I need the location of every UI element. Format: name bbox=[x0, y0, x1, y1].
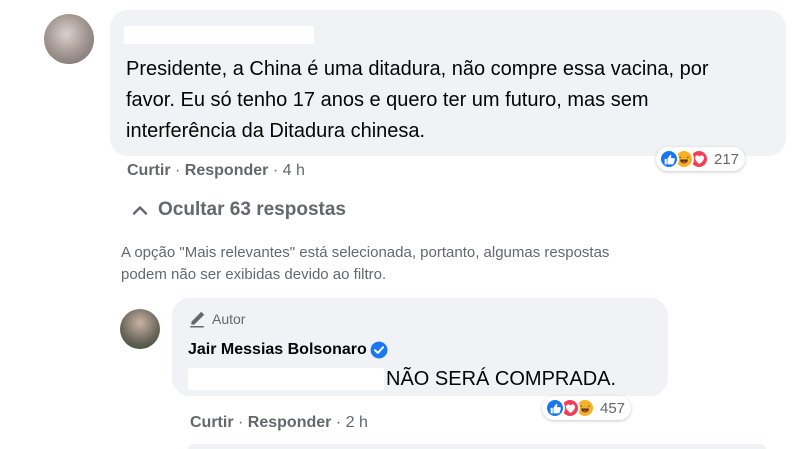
hide-replies-label: Ocultar 63 respostas bbox=[158, 199, 346, 220]
redacted-commenter-name bbox=[124, 26, 314, 44]
separator: · bbox=[175, 162, 181, 179]
separator: · bbox=[272, 162, 279, 179]
like-icon bbox=[545, 398, 565, 418]
filter-notice-line: podem não ser exibidas devido ao filtro. bbox=[121, 266, 387, 283]
redacted-mention bbox=[188, 368, 384, 390]
author-badge-label: Autor bbox=[212, 311, 246, 327]
reply-author-name[interactable]: Jair Messias Bolsonaro bbox=[188, 341, 367, 359]
verified-badge-icon bbox=[370, 341, 388, 359]
reply-reaction-count: 457 bbox=[600, 399, 626, 417]
comment-reply-link[interactable]: Responder bbox=[185, 162, 269, 179]
separator: · bbox=[238, 414, 244, 431]
next-reply-bubble bbox=[188, 444, 766, 449]
comment-reactions[interactable]: 217 bbox=[656, 147, 746, 171]
comment-timestamp[interactable]: 4 h bbox=[283, 162, 305, 179]
reply-author-avatar[interactable] bbox=[120, 309, 160, 349]
comment-bubble: Presidente, a China é uma ditadura, não … bbox=[110, 10, 786, 156]
separator: · bbox=[335, 414, 342, 431]
commenter-avatar[interactable] bbox=[44, 14, 94, 64]
filter-notice: A opção "Mais relevantes" está seleciona… bbox=[121, 242, 609, 286]
comment-like-link[interactable]: Curtir bbox=[127, 162, 171, 179]
reply-actions: Curtir · Responder · 2 h bbox=[190, 412, 368, 434]
filter-notice-line: A opção "Mais relevantes" está seleciona… bbox=[121, 244, 610, 261]
reply-like-link[interactable]: Curtir bbox=[190, 414, 234, 431]
reply-text: NÃO SERÁ COMPRADA. bbox=[386, 368, 617, 390]
reply-bubble: Autor Jair Messias Bolsonaro NÃO SERÁ CO… bbox=[172, 298, 668, 396]
comment-text: Presidente, a China é uma ditadura, não … bbox=[126, 58, 709, 142]
chevron-up-icon bbox=[132, 204, 148, 216]
reply-reactions[interactable]: 457 bbox=[542, 396, 632, 420]
reply-reply-link[interactable]: Responder bbox=[248, 414, 332, 431]
hide-replies-toggle[interactable]: Ocultar 63 respostas bbox=[132, 199, 346, 221]
comment-actions: Curtir · Responder · 4 h bbox=[127, 160, 305, 182]
author-badge: Autor bbox=[188, 310, 245, 328]
comment-reaction-count: 217 bbox=[714, 150, 740, 168]
like-icon bbox=[659, 149, 679, 169]
reply-author-row: Jair Messias Bolsonaro bbox=[188, 341, 388, 359]
pencil-icon bbox=[188, 310, 206, 328]
reply-timestamp[interactable]: 2 h bbox=[346, 414, 368, 431]
